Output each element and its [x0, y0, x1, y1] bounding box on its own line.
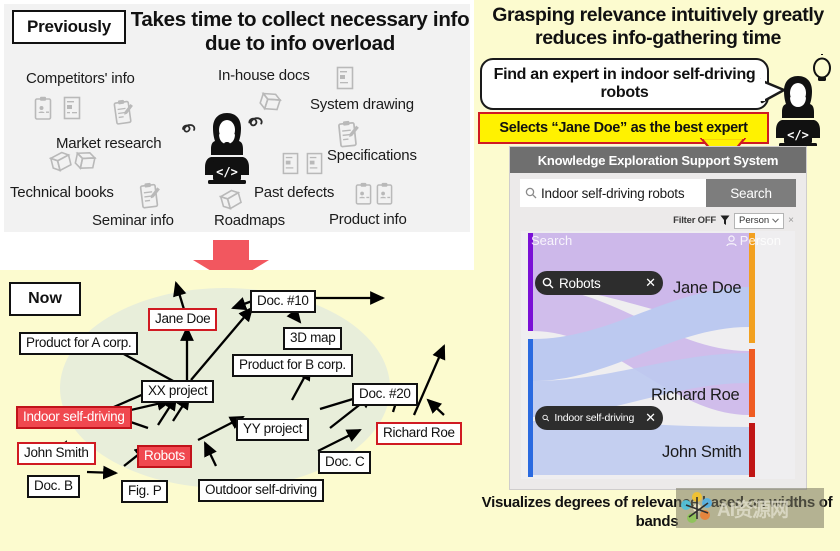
magnifier-icon: [542, 277, 554, 289]
sankey-column-left-label: Search: [531, 233, 573, 248]
book-icon: [218, 187, 245, 212]
book-icon: [48, 150, 74, 175]
keyword-technical-books: Technical books: [10, 184, 114, 201]
document-icon: [306, 152, 323, 175]
clipboard-person-icon: [34, 96, 52, 120]
graph-node-product-for-b-corp[interactable]: Product for B corp.: [232, 354, 353, 377]
search-input[interactable]: Indoor self-driving robots: [520, 179, 706, 207]
graph-node-robots[interactable]: Robots: [137, 445, 192, 468]
solution-caption: Visualizes degrees of relevance based on…: [481, 494, 833, 530]
clipboard-pencil-icon: [138, 181, 162, 210]
solution-panel: Grasping relevance intuitively greatly r…: [474, 0, 840, 551]
filter-status-label: Filter OFF: [673, 215, 717, 226]
solution-headline: Grasping relevance intuitively greatly r…: [492, 4, 824, 49]
person-icon: [726, 234, 737, 246]
female-developer-with-laptop-icon: </>: [200, 109, 254, 187]
keyword-specifications: Specifications: [327, 147, 417, 164]
graph-node-jane-doe[interactable]: Jane Doe: [148, 308, 218, 331]
filter-chip-label: Person: [739, 215, 770, 226]
graph-node-doc-c[interactable]: Doc. C: [318, 451, 372, 474]
filter-chip-person[interactable]: Person: [734, 212, 785, 229]
graph-node-doc-b[interactable]: Doc. B: [27, 475, 80, 498]
female-developer-with-idea-icon: </>: [776, 54, 831, 146]
slide-canvas: Previously Takes time to collect necessa…: [0, 0, 840, 551]
graph-node-john-smith[interactable]: John Smith: [17, 442, 96, 465]
search-button[interactable]: Search: [706, 179, 796, 207]
keyword-system-drawing: System drawing: [310, 96, 414, 113]
magnifier-icon: [525, 187, 537, 199]
book-icon: [256, 89, 283, 115]
sankey-node-jane-doe[interactable]: Jane Doe: [673, 279, 742, 298]
window-title: Knowledge Exploration Support System: [510, 147, 806, 173]
previously-headline: Takes time to collect necessary info due…: [130, 8, 470, 55]
graph-node-indoor-self-driving[interactable]: Indoor self-driving: [16, 406, 132, 429]
confusion-swirl-icon: [182, 122, 200, 140]
search-chip-indoor-self-driving[interactable]: Indoor self-driving ✕: [535, 406, 663, 430]
graph-node-3d-map[interactable]: 3D map: [283, 327, 343, 350]
svg-text:</>: </>: [787, 128, 809, 142]
chip-remove-button[interactable]: ✕: [639, 410, 656, 426]
keyword-past-defects: Past defects: [254, 184, 335, 201]
graph-node-richard-roe[interactable]: Richard Roe: [376, 422, 462, 445]
book-icon: [72, 149, 98, 173]
keyword-market-research: Market research: [56, 135, 162, 152]
keyword-roadmaps: Roadmaps: [214, 212, 285, 229]
filter-close-button[interactable]: ×: [788, 215, 794, 226]
graph-node-doc-10[interactable]: Doc. #10: [250, 290, 316, 313]
document-icon: [336, 66, 354, 90]
previously-illustration: Previously Takes time to collect necessa…: [4, 4, 470, 232]
funnel-icon[interactable]: [720, 215, 730, 226]
graph-node-outdoor-self-driving[interactable]: Outdoor self-driving: [198, 479, 324, 502]
relevance-sankey-chart: Search Person Robots ✕ Indoor self-drivi…: [521, 231, 795, 479]
clipboard-pencil-icon: [112, 98, 135, 127]
keyword-product-info: Product info: [329, 211, 407, 228]
sankey-node-john-smith[interactable]: John Smith: [662, 443, 742, 462]
search-input-value: Indoor self-driving robots: [541, 185, 685, 201]
document-icon: [63, 96, 81, 120]
clipboard-pencil-icon: [337, 119, 362, 149]
keyword-in-house-docs: In-house docs: [218, 67, 310, 84]
graph-node-yy-project[interactable]: YY project: [236, 418, 310, 441]
svg-text:</>: </>: [216, 165, 238, 179]
clipboard-person-icon: [355, 182, 372, 205]
graph-node-xx-project[interactable]: XX project: [141, 380, 215, 403]
knowledge-exploration-window: Knowledge Exploration Support System Ind…: [509, 146, 807, 490]
filter-row: Filter OFF Person ×: [673, 212, 794, 229]
keyword-competitors-info: Competitors' info: [26, 70, 135, 87]
document-icon: [282, 152, 299, 175]
speech-bubble-request: Find an expert in indoor self-driving ro…: [480, 58, 769, 110]
chip-label: Indoor self-driving: [554, 412, 635, 424]
search-chip-robots[interactable]: Robots ✕: [535, 271, 663, 295]
sankey-node-richard-roe[interactable]: Richard Roe: [651, 386, 740, 405]
graph-node-product-for-a-corp[interactable]: Product for A corp.: [19, 332, 139, 355]
clipboard-person-icon: [376, 182, 393, 205]
now-panel: Now Jane Doe Doc. #10 3D map Product for…: [0, 270, 474, 551]
previously-panel: Previously Takes time to collect necessa…: [0, 0, 474, 283]
graph-node-fig-p[interactable]: Fig. P: [121, 480, 169, 503]
previously-badge: Previously: [12, 10, 126, 44]
keyword-seminar-info: Seminar info: [92, 212, 174, 229]
chip-label: Robots: [559, 275, 601, 291]
chevron-down-icon: [772, 218, 780, 223]
search-row: Indoor self-driving robots Search: [520, 179, 796, 207]
magnifier-icon: [542, 414, 550, 422]
sankey-column-right-label: Person: [726, 233, 781, 248]
graph-node-doc-20[interactable]: Doc. #20: [352, 383, 418, 406]
chip-remove-button[interactable]: ✕: [639, 275, 656, 291]
